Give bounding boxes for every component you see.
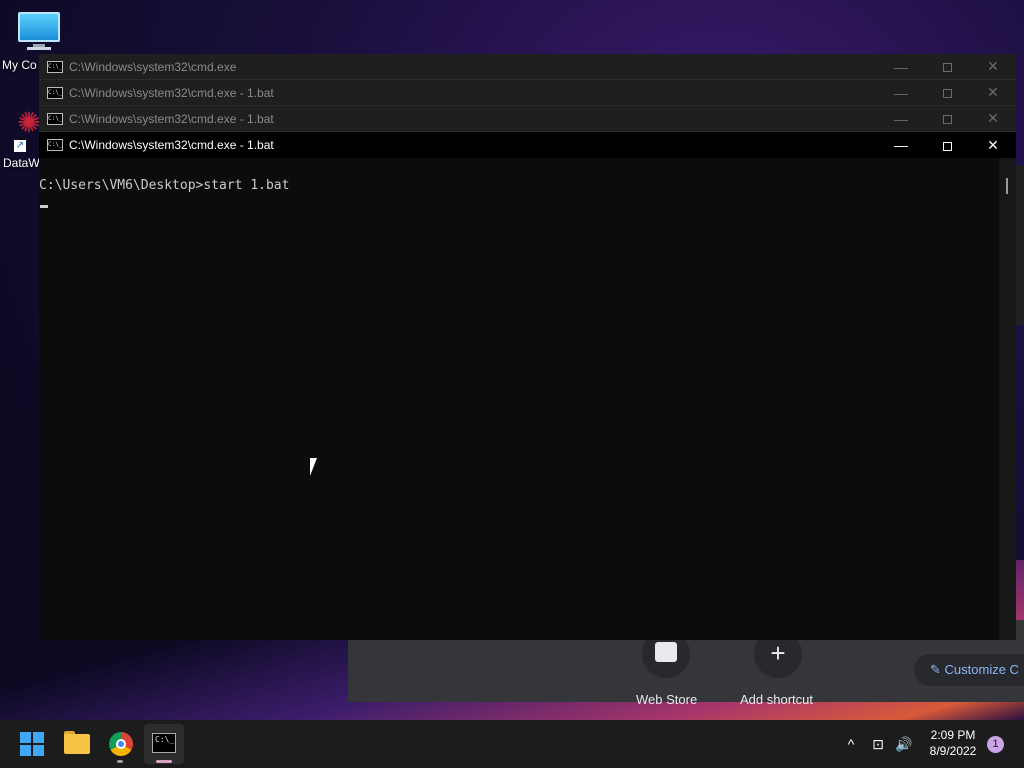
maximize-icon: [942, 89, 952, 99]
minimize-button[interactable]: —: [878, 111, 924, 127]
clock-time: 2:09 PM: [930, 728, 976, 742]
mouse-pointer-icon: [310, 458, 324, 476]
system-clock[interactable]: 2:09 PM 8/9/2022: [920, 727, 986, 759]
cmd-window-1-titlebar[interactable]: C:\_ C:\Windows\system32\cmd.exe — ✕: [39, 54, 1016, 80]
web-store-label: Web Store: [636, 692, 698, 707]
desktop-icon-label: My Co: [2, 58, 37, 72]
window-title: C:\Windows\system32\cmd.exe: [69, 59, 237, 74]
notification-badge[interactable]: 1: [987, 736, 1004, 753]
windows-logo-icon: [20, 732, 44, 756]
close-button[interactable]: ✕: [970, 137, 1016, 154]
console-area[interactable]: C:\Users\VM6\Desktop>start 1.bat: [39, 158, 1016, 640]
window-title: C:\Windows\system32\cmd.exe - 1.bat: [69, 85, 274, 100]
computer-icon: [18, 12, 60, 42]
close-button[interactable]: ✕: [970, 58, 1016, 75]
maximize-icon: [942, 141, 952, 151]
cmd-window-3-titlebar[interactable]: C:\_ C:\Windows\system32\cmd.exe - 1.bat…: [39, 106, 1016, 132]
window-title: C:\Windows\system32\cmd.exe - 1.bat: [69, 138, 274, 152]
folder-icon: [64, 734, 90, 754]
cmd-window-active-titlebar[interactable]: C:\_ C:\Windows\system32\cmd.exe - 1.bat…: [39, 132, 1016, 158]
show-hidden-icons-chevron-icon[interactable]: ^: [840, 720, 862, 768]
window-title: C:\Windows\system32\cmd.exe - 1.bat: [69, 111, 274, 126]
maximize-icon: [942, 115, 952, 125]
text-cursor: [40, 205, 48, 208]
web-store-icon: [655, 642, 677, 662]
cmd-active-indicator: [156, 760, 172, 763]
chrome-icon-center: [116, 739, 126, 749]
close-button[interactable]: ✕: [970, 110, 1016, 127]
maximize-icon: [942, 63, 952, 73]
clock-date: 8/9/2022: [929, 744, 977, 758]
desktop-icon-label: DataW: [3, 156, 40, 170]
volume-icon[interactable]: 🔊: [892, 720, 916, 768]
maximize-button[interactable]: [924, 137, 970, 153]
cmd-icon: C:\_: [47, 112, 63, 125]
console-output-line: C:\Users\VM6\Desktop>start 1.bat: [39, 178, 290, 193]
pencil-icon: ✎: [930, 662, 941, 677]
customize-label: Customize C: [944, 662, 1019, 677]
cmd-icon: C:\_: [47, 60, 63, 73]
minimize-button[interactable]: —: [878, 59, 924, 75]
chrome-running-indicator: [117, 760, 123, 763]
minimize-button[interactable]: —: [878, 85, 924, 101]
minimize-button[interactable]: —: [878, 137, 924, 153]
cmd-icon: C:\_: [47, 139, 63, 151]
maximize-button[interactable]: [924, 59, 970, 75]
cmd-icon: C:\_: [152, 733, 176, 753]
scrollbar-thumb[interactable]: [1006, 178, 1008, 194]
maximize-button[interactable]: [924, 111, 970, 127]
add-shortcut-label: Add shortcut: [740, 692, 813, 707]
vertical-scrollbar[interactable]: [999, 158, 1016, 640]
cmd-window-2-titlebar[interactable]: C:\_ C:\Windows\system32\cmd.exe - 1.bat…: [39, 80, 1016, 106]
shortcut-arrow-icon: ↗: [14, 140, 26, 152]
maximize-button[interactable]: [924, 85, 970, 101]
close-button[interactable]: ✕: [970, 84, 1016, 101]
network-icon[interactable]: ⊡: [866, 720, 890, 768]
cmd-icon: C:\_: [47, 86, 63, 99]
customize-chrome-button[interactable]: ✎ Customize C: [914, 654, 1024, 686]
